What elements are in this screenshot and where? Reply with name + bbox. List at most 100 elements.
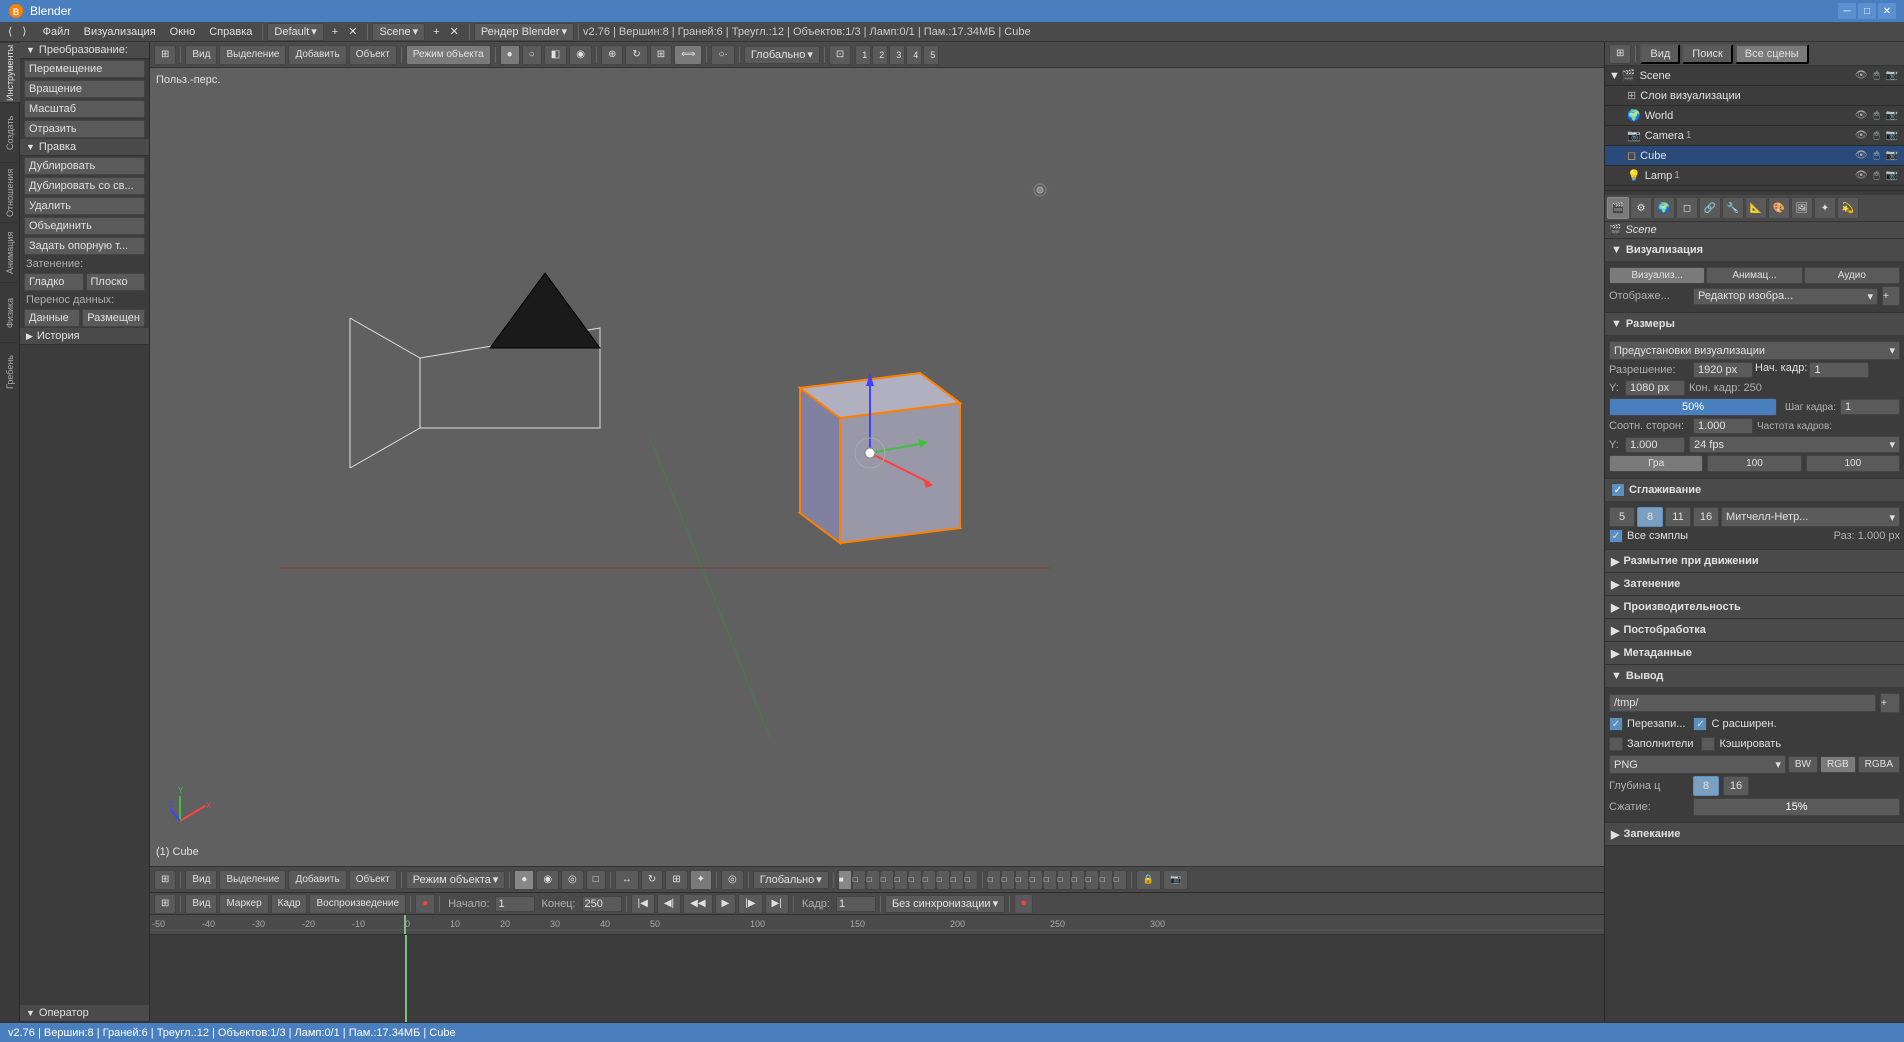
shading-prop-header[interactable]: ▶ Затенение [1605, 573, 1904, 595]
wire-shading-btn[interactable]: ○ [522, 45, 542, 65]
maximize-button[interactable]: □ [1858, 3, 1876, 19]
render-tab[interactable]: 🎬 [1607, 197, 1629, 219]
compression-bar[interactable]: 15% [1693, 798, 1900, 816]
outliner-item-lamp[interactable]: 💡 Lamp 1 👁 🖱 📷 [1605, 166, 1904, 186]
scene-eye-icon[interactable]: 👁 [1853, 70, 1870, 81]
animation-tab[interactable]: Анимация [0, 222, 20, 282]
history-section-header[interactable]: ▶ История [20, 328, 149, 345]
mirror-button[interactable]: Отразить [24, 120, 145, 138]
layer-14-btn[interactable]: □ [1029, 870, 1043, 890]
render-engine-selector[interactable]: Рендер Blender ▾ [474, 23, 574, 41]
create-tab[interactable]: Создать [0, 102, 20, 162]
move-button[interactable]: Перемещение [24, 60, 145, 78]
world-tab[interactable]: 🌍 [1653, 197, 1675, 219]
fps-dropdown[interactable]: 24 fps ▾ [1689, 436, 1900, 453]
bw-btn[interactable]: BW [1788, 756, 1818, 773]
cache-checkbox[interactable] [1701, 737, 1715, 751]
layer-20-btn[interactable]: □ [1113, 870, 1127, 890]
lamp-render-icon[interactable]: 📷 [1884, 170, 1900, 181]
timeline-type-btn[interactable]: ⊞ [154, 894, 176, 914]
timeline-ruler[interactable]: -50 -40 -30 -20 -10 0 10 20 30 40 50 100… [150, 915, 1604, 935]
shading-dot2[interactable]: ◉ [536, 870, 559, 890]
aspect-x-input[interactable]: 1.000 [1693, 418, 1753, 434]
layer-2-btn[interactable]: □ [852, 870, 866, 890]
scale-button[interactable]: Масштаб [24, 100, 145, 118]
outliner-item-renderlayers[interactable]: ⊞ Слои визуализации [1605, 86, 1904, 106]
layer-4-btn[interactable]: □ [880, 870, 894, 890]
lock-btn[interactable]: 🔒 [1136, 870, 1161, 890]
world-eye-icon[interactable]: 👁 [1853, 110, 1870, 121]
layer-6-btn[interactable]: □ [908, 870, 922, 890]
tools-tab[interactable]: Инструменты [0, 42, 20, 102]
outliner-item-cube[interactable]: ◻ Cube 👁 🖱 📷 [1605, 146, 1904, 166]
object-mode-btn[interactable]: Режим объекта [406, 45, 491, 65]
viz-tab-render[interactable]: Визуализ... [1609, 267, 1705, 284]
layer-16-btn[interactable]: □ [1057, 870, 1071, 890]
relations-tab[interactable]: Отношения [0, 162, 20, 222]
transform-orient-dropdown[interactable]: Глобально ▾ [753, 871, 829, 889]
menu-render[interactable]: Визуализация [78, 23, 162, 41]
current-frame-input[interactable] [836, 896, 876, 912]
layer-btn-1[interactable]: 1 [855, 45, 871, 65]
scale-tool-btn[interactable]: ⊞ [650, 45, 672, 65]
render-btn[interactable]: 📷 [1163, 870, 1188, 890]
record-active-btn[interactable]: ⏺ [1014, 894, 1033, 914]
outliner-item-world[interactable]: 🌍 World 👁 🖱 📷 [1605, 106, 1904, 126]
vp-object-menu[interactable]: Объект [349, 870, 397, 890]
prev-keyframe-btn[interactable]: ◀| [657, 894, 681, 914]
join-button[interactable]: Объединить [24, 217, 145, 235]
snap-btn[interactable]: ⊡ [829, 45, 851, 65]
start-frame-input[interactable] [495, 896, 535, 912]
vp-select-menu[interactable]: Выделение [219, 870, 286, 890]
play-btn[interactable]: ▶ [715, 894, 737, 914]
view-menu[interactable]: Вид [185, 45, 217, 65]
end-frame-input[interactable] [582, 896, 622, 912]
outliner-search-tab[interactable]: Поиск [1682, 44, 1732, 64]
layer-7-btn[interactable]: □ [922, 870, 936, 890]
record-btn[interactable]: ● [415, 894, 435, 914]
layer-1-btn[interactable]: ■ [838, 870, 852, 890]
transform-space-selector[interactable]: Глобально ▾ [744, 46, 820, 64]
menu-window[interactable]: Окно [164, 23, 202, 41]
transform-tool-btn[interactable]: ⊕ [601, 45, 623, 65]
duplicate-linked-button[interactable]: Дублировать со св... [24, 177, 145, 195]
cube-eye-icon[interactable]: 👁 [1853, 150, 1870, 161]
aa-11[interactable]: 11 [1665, 507, 1691, 527]
preset-btn[interactable]: Предустановки визуализации ▾ [1609, 341, 1900, 360]
delete-button[interactable]: Удалить [24, 197, 145, 215]
smooth-button[interactable]: Гладко [24, 273, 84, 291]
shading-dot4[interactable]: □ [586, 870, 606, 890]
data-tab[interactable]: 📐 [1745, 197, 1767, 219]
all-samples-checkbox[interactable]: ✓ [1609, 529, 1623, 543]
scene-selector[interactable]: Scene ▾ [372, 23, 425, 41]
workspace-add-button[interactable]: + [328, 23, 342, 41]
physics-tab[interactable]: 💫 [1837, 197, 1859, 219]
mitchell-dropdown[interactable]: Митчелл-Нетр... ▾ [1721, 507, 1900, 527]
shading-dot3[interactable]: ◎ [561, 870, 584, 890]
rgb-btn[interactable]: RGB [1820, 756, 1856, 773]
lamp-restrict-icon[interactable]: 🖱 [1872, 170, 1882, 181]
set-origin-button[interactable]: Задать опорную т... [24, 237, 145, 255]
aa-5[interactable]: 5 [1609, 507, 1635, 527]
display-extra-btn[interactable]: + [1882, 286, 1900, 306]
object-menu[interactable]: Объект [349, 45, 397, 65]
rotate-tool-btn[interactable]: ↻ [625, 45, 647, 65]
grease-tab[interactable]: Гребень [0, 342, 20, 402]
layer-12-btn[interactable]: □ [1001, 870, 1015, 890]
outliner-view-tab[interactable]: Вид [1640, 44, 1680, 64]
layer-btn-3[interactable]: 3 [889, 45, 905, 65]
cube-restrict-icon[interactable]: 🖱 [1872, 150, 1882, 161]
workspace-selector[interactable]: Default ▾ [267, 23, 323, 41]
layer-17-btn[interactable]: □ [1071, 870, 1085, 890]
aa-8[interactable]: 8 [1637, 507, 1663, 527]
world-render-icon[interactable]: 📷 [1884, 110, 1900, 121]
overwrite-checkbox[interactable]: ✓ [1609, 717, 1623, 731]
layer-btn-4[interactable]: 4 [906, 45, 922, 65]
layer-13-btn[interactable]: □ [1015, 870, 1029, 890]
vp-add-menu[interactable]: Добавить [288, 870, 346, 890]
metadata-header[interactable]: ▶ Метаданные [1605, 642, 1904, 664]
visualization-section-header[interactable]: ▼ Визуализация [1605, 239, 1904, 261]
layer-15-btn[interactable]: □ [1043, 870, 1057, 890]
menu-file[interactable]: Файл [37, 23, 76, 41]
select-menu[interactable]: Выделение [219, 45, 286, 65]
